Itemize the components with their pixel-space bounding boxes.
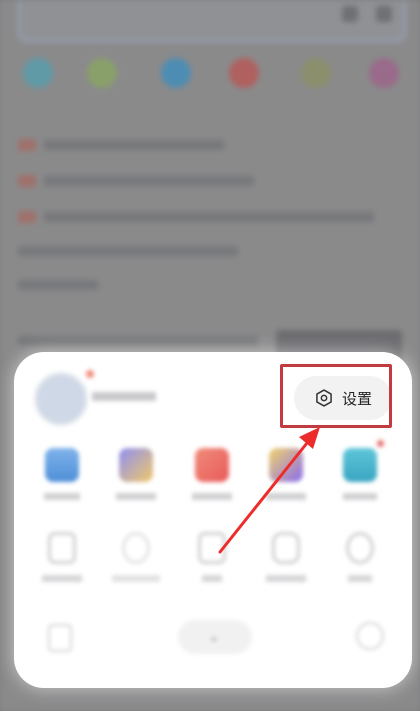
menu-item-calendar[interactable] <box>328 440 392 502</box>
thumb-up-icon <box>272 532 300 564</box>
shortcut-item[interactable] <box>156 58 196 88</box>
shortcut-row <box>0 58 420 118</box>
power-icon <box>346 532 374 564</box>
note-icon <box>269 448 303 482</box>
frame-icon <box>198 532 226 564</box>
menu-item-thumb[interactable] <box>254 532 318 584</box>
menu-bottom-bar: ⌄ <box>14 614 412 664</box>
news-item[interactable] <box>18 172 398 187</box>
shortcut-item[interactable] <box>296 58 336 88</box>
bookmark-icon <box>119 448 153 482</box>
folder-icon <box>45 448 79 482</box>
menu-item-folder[interactable] <box>30 448 94 502</box>
menu-row-2 <box>14 532 412 602</box>
settings-highlight-box <box>280 364 392 428</box>
news-text-line <box>18 278 398 293</box>
shortcut-item[interactable] <box>82 58 122 88</box>
avatar[interactable] <box>34 372 88 426</box>
close-icon[interactable] <box>356 622 384 650</box>
star-icon <box>122 532 150 564</box>
share-icon[interactable] <box>48 624 72 652</box>
notification-dot <box>86 370 94 378</box>
menu-row-1 <box>14 440 412 518</box>
menu-item-frame[interactable] <box>180 532 244 584</box>
shortcut-item[interactable] <box>224 58 264 88</box>
video-icon <box>195 448 229 482</box>
menu-item-clipboard[interactable] <box>30 532 94 584</box>
login-prompt[interactable] <box>92 390 156 404</box>
collapse-menu-button[interactable]: ⌄ <box>178 620 252 654</box>
shortcut-item[interactable] <box>364 58 404 88</box>
menu-item-video[interactable] <box>180 448 244 502</box>
shortcut-item[interactable] <box>18 58 58 88</box>
news-text-line <box>18 244 398 259</box>
scan-icon[interactable] <box>376 6 392 22</box>
search-bar[interactable] <box>18 0 406 42</box>
camera-icon[interactable] <box>342 6 358 22</box>
notification-dot <box>377 440 384 447</box>
browser-menu-sheet: ⌄ 设置 <box>14 352 412 688</box>
menu-item-star[interactable] <box>104 532 168 584</box>
news-item[interactable] <box>18 208 398 223</box>
calendar-icon <box>343 448 377 482</box>
clipboard-icon <box>48 532 76 564</box>
menu-item-power[interactable] <box>328 532 392 584</box>
chevron-down-icon: ⌄ <box>208 628 220 644</box>
menu-item-bookmark[interactable] <box>104 448 168 502</box>
menu-item-notes[interactable] <box>254 448 318 502</box>
news-item[interactable] <box>18 136 398 151</box>
